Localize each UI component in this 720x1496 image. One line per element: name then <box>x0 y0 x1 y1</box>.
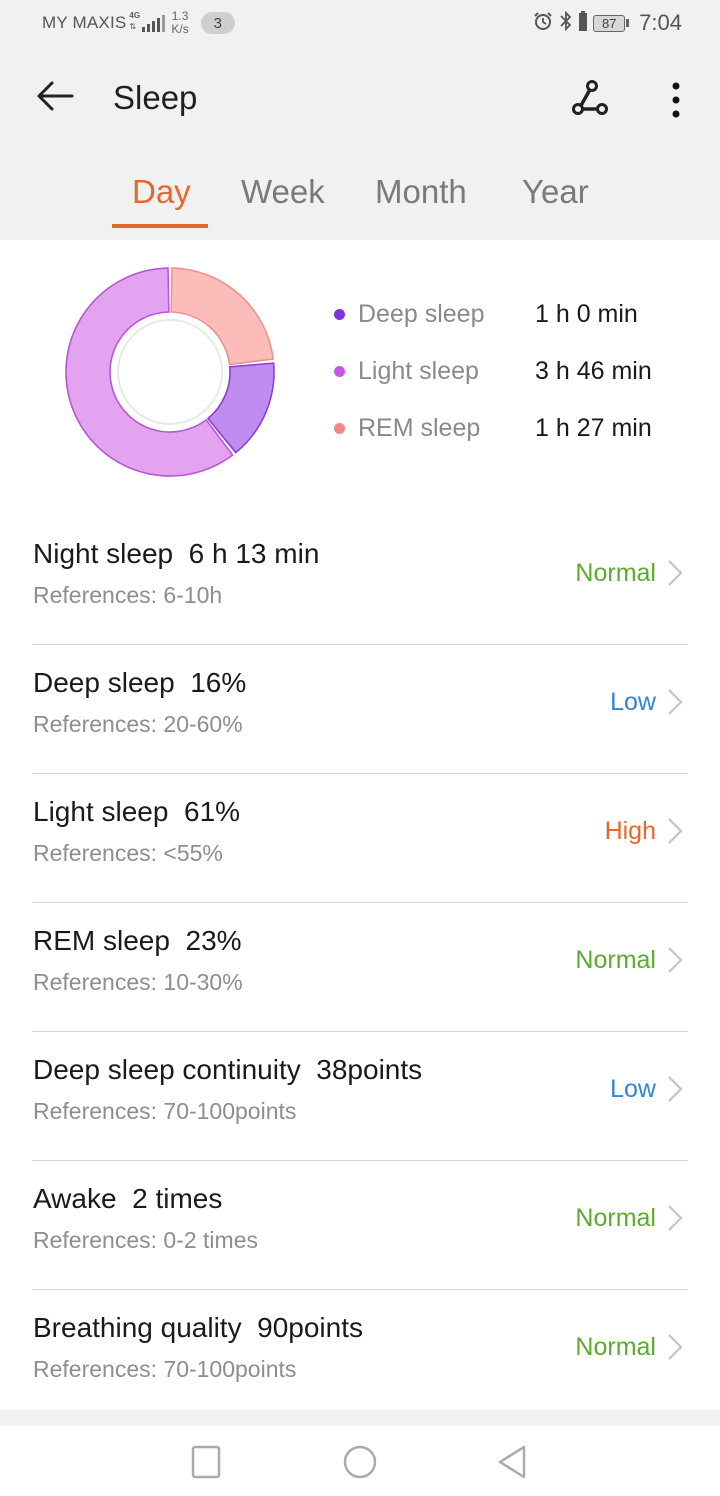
vibrate-battery-icon <box>579 10 588 36</box>
chevron-right-icon <box>668 1076 683 1102</box>
metric-status: Normal <box>575 946 656 974</box>
chevron-right-icon <box>668 818 683 844</box>
arrow-left-icon <box>37 81 74 111</box>
legend-item-light: Light sleep 3 h 46 min <box>332 353 672 410</box>
sleep-donut-chart <box>65 267 275 477</box>
square-icon <box>191 1445 221 1479</box>
metric-title: Breathing quality 90points <box>33 1312 363 1343</box>
metric-title: Light sleep 61% <box>33 796 241 827</box>
clock: 7:04 <box>639 10 682 35</box>
sleep-content: Deep sleep 1 h 0 min Light sleep 3 h 46 … <box>0 240 720 1410</box>
legend-label: Light sleep <box>358 357 479 385</box>
metric-row[interactable]: REM sleep 23% References: 10-30% Normal <box>0 903 720 1032</box>
period-tabs: Day Week Month Year <box>0 170 720 240</box>
metric-reference: References: 10-30% <box>33 969 243 995</box>
metric-status: Normal <box>575 559 656 587</box>
network-speed: 1.3 K/s <box>171 10 188 36</box>
metric-reference: References: <55% <box>33 840 223 866</box>
metric-status: Normal <box>575 1204 656 1232</box>
chevron-right-icon <box>668 560 683 586</box>
metric-title: Awake 2 times <box>33 1183 223 1214</box>
tab-week[interactable]: Week <box>241 173 325 211</box>
metric-title: Night sleep 6 h 13 min <box>33 538 320 569</box>
metric-reference: References: 6-10h <box>33 582 223 608</box>
app-bar: Sleep <box>0 60 720 136</box>
bluetooth-icon <box>559 10 573 36</box>
home-button[interactable] <box>340 1444 380 1480</box>
speed-value: 1.3 <box>171 9 189 23</box>
tab-month[interactable]: Month <box>375 173 467 211</box>
status-left: MY MAXIS 4G ⇅ 1.3 K/s 3 <box>42 10 235 36</box>
legend-value: 3 h 46 min <box>535 357 652 385</box>
legend-value: 1 h 0 min <box>535 300 638 328</box>
data-arrows-icon: ⇅ <box>129 22 137 31</box>
chart-legend: Deep sleep 1 h 0 min Light sleep 3 h 46 … <box>332 296 672 467</box>
back-nav-button[interactable] <box>492 1444 532 1480</box>
battery-icon: 87 <box>593 14 630 32</box>
legend-item-rem: REM sleep 1 h 27 min <box>332 410 672 467</box>
back-button[interactable] <box>34 76 78 120</box>
metric-row[interactable]: Awake 2 times References: 0-2 times Normal <box>0 1161 720 1290</box>
metric-status: Low <box>610 1075 656 1103</box>
share-nodes-icon <box>572 80 608 115</box>
metric-row[interactable]: Deep sleep 16% References: 20-60% Low <box>0 645 720 774</box>
network-type: 4G <box>129 11 141 20</box>
legend-item-deep: Deep sleep 1 h 0 min <box>332 296 672 353</box>
share-button[interactable] <box>566 74 616 124</box>
chevron-right-icon <box>668 947 683 973</box>
metric-title: Deep sleep continuity 38points <box>33 1054 423 1085</box>
page-title: Sleep <box>113 79 198 116</box>
chevron-right-icon <box>668 1205 683 1231</box>
legend-value: 1 h 27 min <box>535 414 652 442</box>
speed-unit: K/s <box>171 22 189 36</box>
status-right: 87 7:04 <box>533 10 682 36</box>
legend-label: REM sleep <box>358 414 481 442</box>
more-options-button[interactable] <box>658 74 694 124</box>
chevron-right-icon <box>668 689 683 715</box>
system-nav-bar <box>0 1426 720 1496</box>
metric-status: High <box>604 817 656 845</box>
donut-inner-ring <box>117 319 223 425</box>
metric-row[interactable]: Breathing quality 90points References: 70… <box>0 1290 720 1419</box>
metric-status: Low <box>610 688 656 716</box>
legend-label: Deep sleep <box>358 300 485 328</box>
metric-reference: References: 20-60% <box>33 711 243 737</box>
circle-icon <box>343 1445 377 1479</box>
metrics-list: Night sleep 6 h 13 min References: 6-10h N… <box>0 516 720 1419</box>
chevron-right-icon <box>668 1334 683 1360</box>
tab-day[interactable]: Day <box>132 173 191 211</box>
metric-reference: References: 70-100points <box>33 1356 297 1382</box>
battery-level: 87 <box>593 14 626 32</box>
active-tab-indicator <box>112 224 208 228</box>
tab-year[interactable]: Year <box>522 173 589 211</box>
legend-dot-deep <box>334 309 345 320</box>
metric-status: Normal <box>575 1333 656 1361</box>
metric-row[interactable]: Light sleep 61% References: <55% High <box>0 774 720 903</box>
alarm-icon <box>533 11 553 36</box>
metric-reference: References: 0-2 times <box>33 1227 258 1253</box>
metric-row[interactable]: Deep sleep continuity 38points References… <box>0 1032 720 1161</box>
metric-title: Deep sleep 16% <box>33 667 247 698</box>
status-bar: MY MAXIS 4G ⇅ 1.3 K/s 3 87 7:04 <box>0 0 720 50</box>
notification-count-badge: 3 <box>200 12 235 34</box>
triangle-back-icon <box>498 1445 526 1479</box>
metric-row[interactable]: Night sleep 6 h 13 min References: 6-10h N… <box>0 516 720 645</box>
legend-dot-light <box>334 366 345 377</box>
carrier-name: MY MAXIS <box>42 13 127 32</box>
metric-title: REM sleep 23% <box>33 925 242 956</box>
recent-apps-button[interactable] <box>186 1444 226 1480</box>
metric-reference: References: 70-100points <box>33 1098 297 1124</box>
legend-dot-rem <box>334 423 345 434</box>
more-vertical-icon <box>672 82 680 118</box>
signal-icon: 4G ⇅ <box>129 11 166 32</box>
